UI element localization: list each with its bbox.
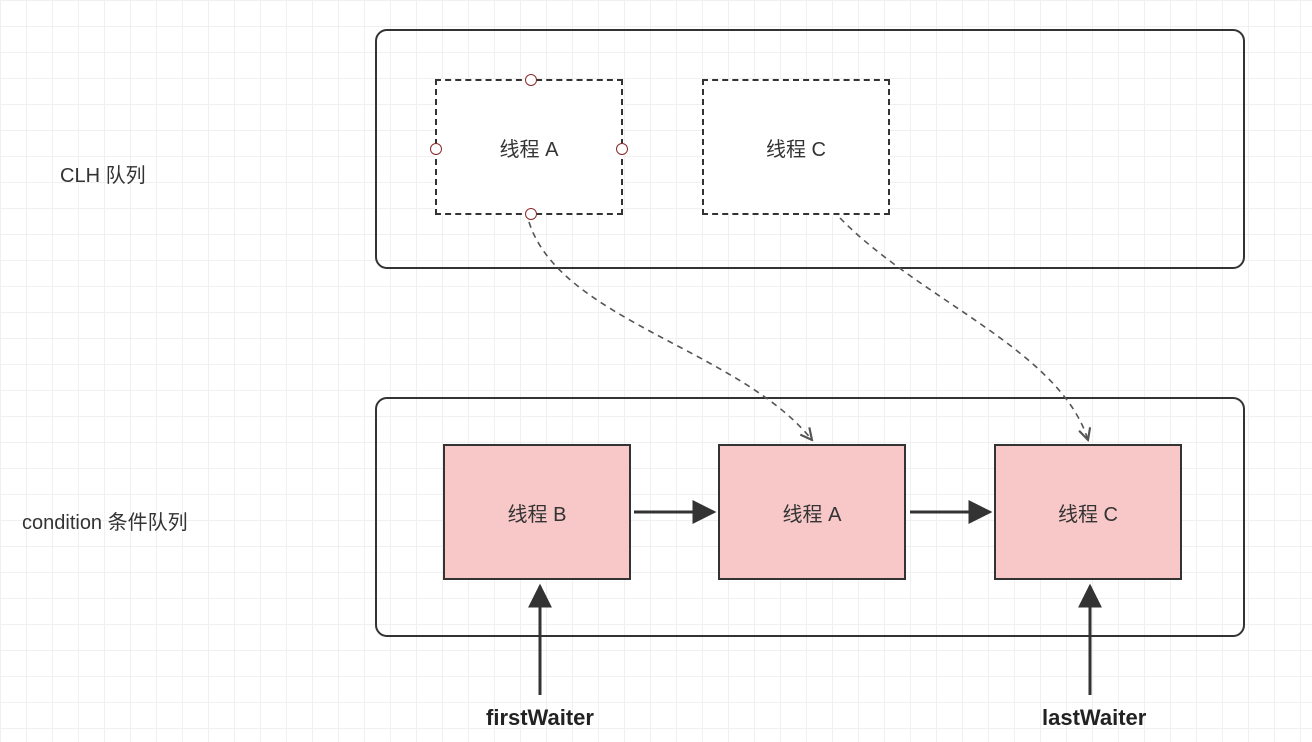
first-waiter-label: firstWaiter [486, 705, 594, 731]
condition-node-thread-a: 线程 A [718, 444, 906, 580]
port-right-icon [616, 143, 628, 155]
clh-node-thread-a: 线程 A [435, 79, 623, 215]
condition-node-thread-c: 线程 C [994, 444, 1182, 580]
condition-queue-label: condition 条件队列 [22, 506, 188, 535]
clh-queue-label: CLH 队列 [60, 159, 146, 188]
port-top-icon [525, 74, 537, 86]
clh-node-a-label: 线程 A [500, 133, 559, 162]
condition-node-thread-b: 线程 B [443, 444, 631, 580]
condition-node-a-label: 线程 A [783, 498, 842, 527]
condition-node-b-label: 线程 B [508, 498, 567, 527]
condition-node-c-label: 线程 C [1058, 498, 1118, 527]
port-left-icon [430, 143, 442, 155]
last-waiter-label: lastWaiter [1042, 705, 1146, 731]
diagram-root: CLH 队列 condition 条件队列 线程 A 线程 C 线程 B 线程 … [0, 0, 1312, 742]
port-bottom-icon [525, 208, 537, 220]
clh-node-thread-c: 线程 C [702, 79, 890, 215]
clh-node-c-label: 线程 C [766, 133, 826, 162]
